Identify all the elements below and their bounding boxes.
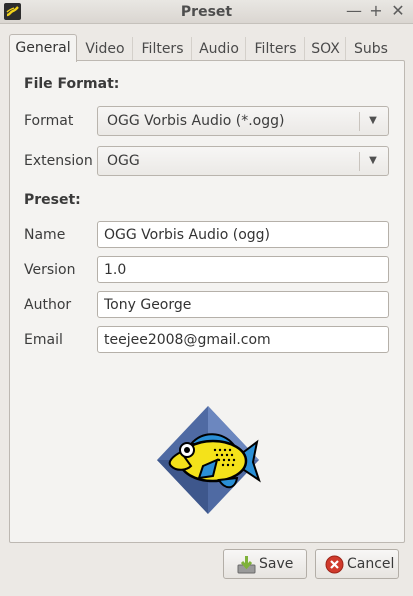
file-format-heading: File Format:: [24, 76, 120, 92]
tab-audio[interactable]: Audio: [193, 37, 246, 61]
email-field[interactable]: [97, 326, 389, 353]
tab-bar: General Video Filters Audio Filters SOX …: [9, 34, 405, 62]
chevron-down-icon: ▼: [369, 155, 377, 166]
cancel-icon: [325, 555, 344, 574]
tab-subs[interactable]: Subs: [347, 37, 395, 61]
tab-general[interactable]: General: [9, 34, 77, 62]
cancel-button[interactable]: Cancel: [315, 549, 399, 579]
extension-combo[interactable]: OGG ▼: [97, 146, 389, 176]
tab-sox[interactable]: SOX: [306, 37, 346, 61]
tab-audio-filters[interactable]: Filters: [247, 37, 305, 61]
tab-video-filters[interactable]: Filters: [134, 37, 192, 61]
name-label: Name: [24, 227, 66, 243]
format-value: OGG Vorbis Audio (*.ogg): [107, 113, 285, 129]
author-field[interactable]: [97, 291, 389, 318]
chevron-down-icon: ▼: [369, 115, 377, 126]
vorbis-fish-logo: [153, 404, 263, 516]
maximize-icon[interactable]: +: [367, 2, 385, 20]
preset-heading: Preset:: [24, 192, 81, 208]
general-panel: File Format: Format OGG Vorbis Audio (*.…: [9, 60, 405, 543]
save-label: Save: [259, 556, 294, 572]
extension-value: OGG: [107, 153, 140, 169]
close-icon[interactable]: ✕: [389, 2, 407, 20]
save-icon: [237, 555, 256, 574]
cancel-label: Cancel: [347, 556, 395, 572]
email-label: Email: [24, 332, 63, 348]
name-field[interactable]: [97, 221, 389, 248]
extension-label: Extension: [24, 153, 93, 169]
title-bar: Preset — + ✕: [0, 0, 413, 24]
author-label: Author: [24, 297, 72, 313]
version-field[interactable]: [97, 256, 389, 283]
save-button[interactable]: Save: [223, 549, 307, 579]
minimize-icon[interactable]: —: [345, 2, 363, 20]
format-label: Format: [24, 113, 74, 129]
tab-video[interactable]: Video: [78, 37, 133, 61]
combo-separator: [359, 152, 360, 171]
version-label: Version: [24, 262, 76, 278]
format-combo[interactable]: OGG Vorbis Audio (*.ogg) ▼: [97, 106, 389, 136]
combo-separator: [359, 112, 360, 131]
